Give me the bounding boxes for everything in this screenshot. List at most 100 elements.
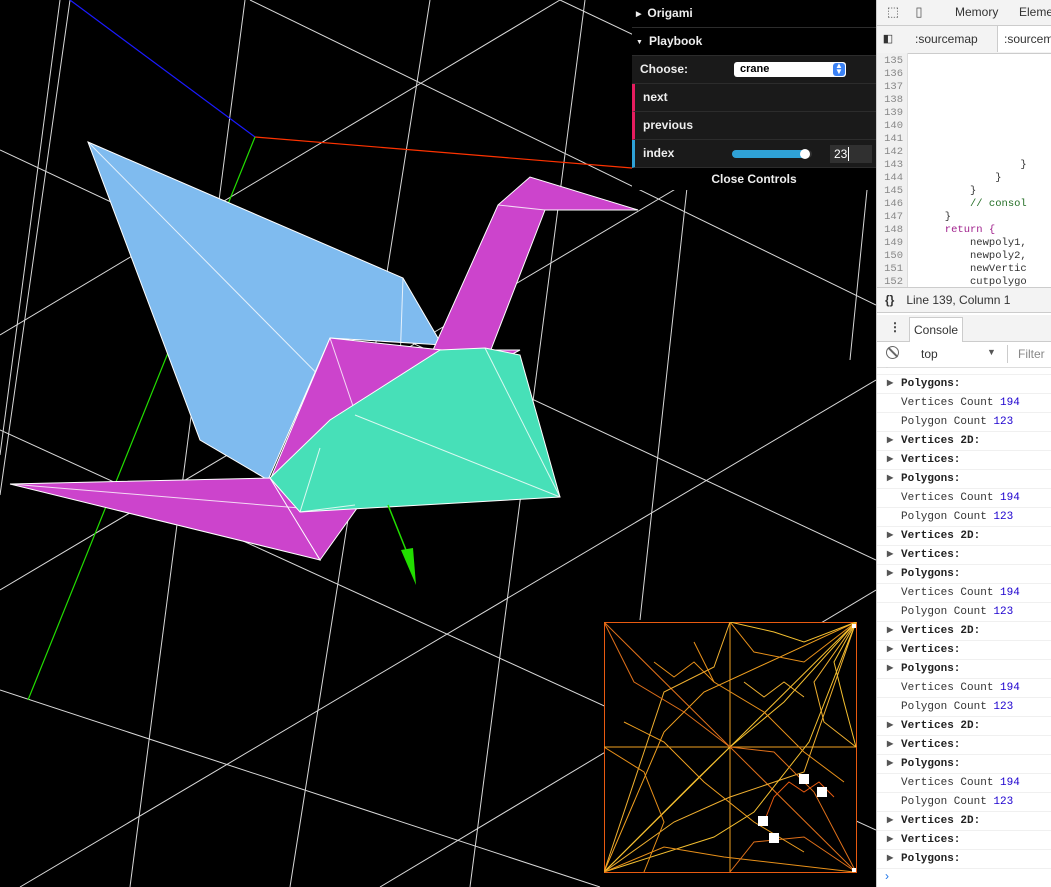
line-number[interactable]: 135 xyxy=(877,55,907,68)
pretty-print-icon[interactable]: {} xyxy=(885,293,894,307)
console-object-row[interactable]: ▶ Vertices 2D: xyxy=(877,717,1051,736)
console-object-row[interactable]: ▶ Vertices 2D: xyxy=(877,622,1051,641)
line-number[interactable]: 145 xyxy=(877,185,907,198)
console-log-row: Polygon Count 123 xyxy=(877,603,1051,622)
clear-console-icon[interactable] xyxy=(886,346,899,359)
console-object-row[interactable]: ▶ Vertices 2D: xyxy=(877,527,1051,546)
expand-arrow-icon[interactable]: ▶ xyxy=(887,527,893,545)
console-object-row[interactable]: ▶ Vertices: xyxy=(877,451,1051,470)
line-number[interactable]: 141 xyxy=(877,133,907,146)
code-line: 139 xyxy=(877,107,1051,120)
expand-arrow-icon[interactable]: ▶ xyxy=(887,367,893,374)
crease-pattern-minimap[interactable] xyxy=(604,622,857,873)
console-object-row[interactable]: ▶ Vertices: xyxy=(877,546,1051,565)
inspect-element-icon[interactable]: ⬚ xyxy=(885,4,901,20)
expand-arrow-icon[interactable]: ▶ xyxy=(887,470,893,488)
console-number: 194 xyxy=(1000,397,1020,409)
tab-console[interactable]: Console xyxy=(909,317,964,342)
expand-arrow-icon[interactable]: ▶ xyxy=(887,736,893,754)
tab-memory[interactable]: Memory xyxy=(955,0,998,25)
next-button[interactable]: next xyxy=(632,84,876,112)
next-label: next xyxy=(643,90,668,104)
code-line: 143 } xyxy=(877,159,1051,172)
expand-arrow-icon[interactable]: ▶ xyxy=(887,451,893,469)
line-number[interactable]: 146 xyxy=(877,198,907,211)
line-number[interactable]: 147 xyxy=(877,211,907,224)
line-number[interactable]: 149 xyxy=(877,237,907,250)
previous-label: previous xyxy=(643,118,694,132)
console-prompt-icon[interactable]: › xyxy=(885,869,889,883)
code-editor[interactable]: 135 136 137 138 139 140 141 142 143 } 144 } 145 } 1… xyxy=(877,53,1051,287)
expand-arrow-icon[interactable]: ▶ xyxy=(887,660,893,678)
drawer-menu-icon[interactable]: ⋮ xyxy=(889,320,901,334)
code-line: 150 newpoly2, xyxy=(877,250,1051,263)
console-object-row[interactable]: ▶ Polygons: xyxy=(877,850,1051,869)
index-number-input[interactable]: 23 xyxy=(830,145,872,163)
console-number: 194 xyxy=(1000,587,1020,599)
folder-playbook[interactable]: ▼ Playbook xyxy=(632,28,876,56)
source-tab-2[interactable]: :sourcem xyxy=(997,26,1051,52)
expand-arrow-icon[interactable]: ▶ xyxy=(887,546,893,564)
console-object-row[interactable]: ▶ Vertices: xyxy=(877,367,1051,375)
index-label: index xyxy=(643,146,675,160)
line-number[interactable]: 151 xyxy=(877,263,907,276)
line-number[interactable]: 136 xyxy=(877,68,907,81)
folder-origami[interactable]: ▶ Origami xyxy=(632,0,876,28)
expand-arrow-icon[interactable]: ▶ xyxy=(887,565,893,583)
folder-origami-title: Origami xyxy=(647,6,693,20)
console-log-row: Vertices Count 194 xyxy=(877,679,1051,698)
line-number[interactable]: 152 xyxy=(877,276,907,287)
index-slider[interactable] xyxy=(732,149,812,159)
line-number[interactable]: 137 xyxy=(877,81,907,94)
expand-arrow-icon[interactable]: ▶ xyxy=(887,812,893,830)
line-number[interactable]: 143 xyxy=(877,159,907,172)
console-text: Polygons: xyxy=(901,853,961,865)
console-object-row[interactable]: ▶ Polygons: xyxy=(877,755,1051,774)
line-number[interactable]: 142 xyxy=(877,146,907,159)
line-number[interactable]: 139 xyxy=(877,107,907,120)
code-line: 148 return { xyxy=(877,224,1051,237)
context-selector[interactable]: top xyxy=(921,347,938,361)
console-object-row[interactable]: ▶ Vertices 2D: xyxy=(877,432,1051,451)
line-number[interactable]: 138 xyxy=(877,94,907,107)
previous-button[interactable]: previous xyxy=(632,112,876,140)
drawer-tabs: ⋮ Console xyxy=(877,315,1051,342)
console-object-row[interactable]: ▶ Polygons: xyxy=(877,470,1051,489)
expand-arrow-icon[interactable]: ▶ xyxy=(887,755,893,773)
expand-arrow-icon[interactable]: ▶ xyxy=(887,850,893,868)
close-controls-button[interactable]: Close Controls xyxy=(632,168,876,190)
source-tab-1[interactable]: :sourcemap xyxy=(909,26,984,52)
console-object-row[interactable]: ▶ Vertices: xyxy=(877,641,1051,660)
console-output[interactable]: ▶ Vertices: ▶ Polygons: Vertices Count 194 Pol… xyxy=(877,367,1051,887)
expand-arrow-icon[interactable]: ▶ xyxy=(887,432,893,450)
console-object-row[interactable]: ▶ Vertices: xyxy=(877,736,1051,755)
line-number[interactable]: 150 xyxy=(877,250,907,263)
device-toggle-icon[interactable]: ▯ xyxy=(911,4,927,20)
console-object-row[interactable]: ▶ Vertices: xyxy=(877,831,1051,850)
console-object-row[interactable]: ▶ Vertices 2D: xyxy=(877,812,1051,831)
console-log-row: Polygon Count 123 xyxy=(877,698,1051,717)
toggle-navigator-icon[interactable]: ◧ xyxy=(881,26,895,52)
expand-arrow-icon[interactable]: ▶ xyxy=(887,622,893,640)
console-log-row: Polygon Count 123 xyxy=(877,793,1051,812)
line-number[interactable]: 144 xyxy=(877,172,907,185)
expand-arrow-icon[interactable]: ▶ xyxy=(887,831,893,849)
console-object-row[interactable]: ▶ Polygons: xyxy=(877,375,1051,394)
filter-input[interactable]: Filter xyxy=(1007,345,1045,363)
tab-elements[interactable]: Eleme xyxy=(1019,0,1051,25)
console-object-row[interactable]: ▶ Polygons: xyxy=(877,660,1051,679)
expand-arrow-icon[interactable]: ▶ xyxy=(887,717,893,735)
expand-arrow-icon[interactable]: ▶ xyxy=(887,375,893,393)
console-object-row[interactable]: ▶ Polygons: xyxy=(877,565,1051,584)
context-dropdown-icon[interactable]: ▼ xyxy=(987,347,996,357)
console-text: Polygon Count xyxy=(901,511,987,523)
index-value: 23 xyxy=(834,147,848,161)
line-number[interactable]: 140 xyxy=(877,120,907,133)
normal-arrow xyxy=(387,504,416,585)
line-number[interactable]: 148 xyxy=(877,224,907,237)
choose-select[interactable]: crane ▲ ▼ xyxy=(734,62,846,77)
console-text: Polygons: xyxy=(901,663,961,675)
index-slider-knob[interactable] xyxy=(799,149,810,159)
expand-arrow-icon[interactable]: ▶ xyxy=(887,641,893,659)
caret-down-icon: ▼ xyxy=(636,39,643,46)
